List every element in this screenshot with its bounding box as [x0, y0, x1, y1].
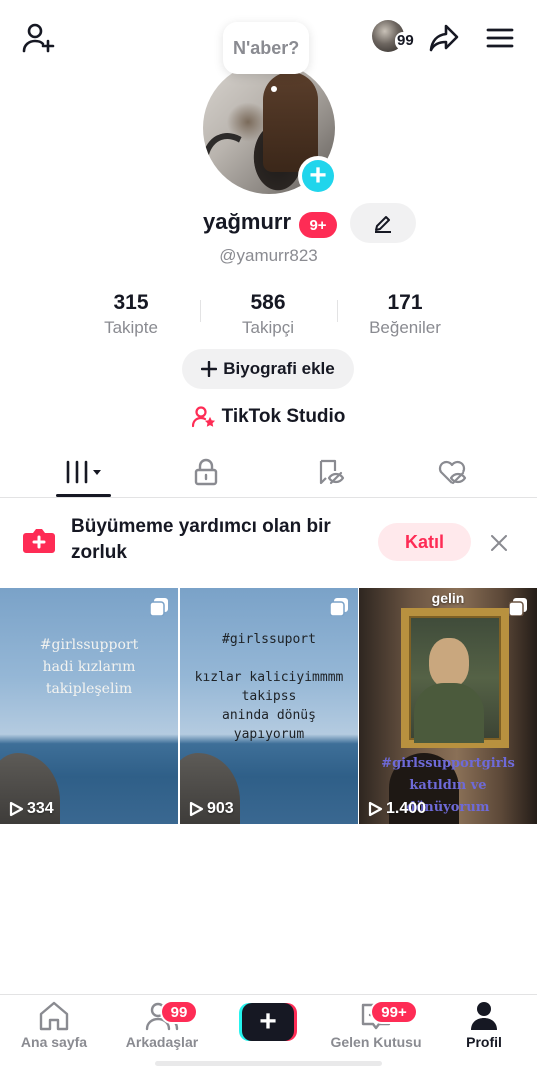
play-count-value: 903: [207, 800, 234, 817]
notification-badge[interactable]: 9+: [299, 212, 337, 238]
play-count: 1.400: [367, 800, 426, 818]
close-icon: [491, 535, 507, 551]
stat-label: Beğeniler: [369, 318, 441, 337]
plus-icon: +: [302, 160, 334, 192]
thumbnail-portrait-body: [414, 683, 484, 743]
add-bio-label: Biyografi ekle: [223, 359, 335, 378]
caption-line: yapıyorum: [233, 727, 305, 742]
name-row: yağmurr 9+: [0, 203, 537, 243]
multi-image-icon: [330, 598, 348, 616]
tab-videos[interactable]: [16, 448, 150, 496]
nav-label: Gelen Kutusu: [330, 1034, 422, 1050]
grid-icon: [66, 460, 101, 484]
video-thumbnail[interactable]: #girlssuport kızlar kaliciyimmmm takipss…: [180, 588, 358, 824]
tab-reposts[interactable]: [265, 448, 399, 496]
stat-value: 586: [250, 291, 286, 314]
thumbnail-caption: #girlssupport hadi kızlarım takipleşelim: [0, 634, 178, 700]
video-thumbnail[interactable]: #girlssupport hadi kızlarım takipleşelim…: [0, 588, 178, 824]
bottom-nav-divider: [0, 994, 537, 995]
stat-following[interactable]: 315 Takipte: [63, 289, 199, 339]
stat-value: 315: [113, 291, 149, 314]
add-friend-button[interactable]: [18, 18, 58, 58]
pencil-icon: [375, 216, 391, 233]
add-user-icon: [22, 23, 55, 53]
friends-badge: 99: [160, 1000, 198, 1024]
nav-label: Ana sayfa: [20, 1034, 88, 1050]
play-count-value: 1.400: [386, 800, 427, 817]
status-bubble[interactable]: N'aber?: [223, 22, 310, 74]
profile-icon: [471, 1002, 497, 1030]
home-icon: [39, 1001, 69, 1031]
stat-label: Takipte: [104, 318, 158, 337]
plus-icon: +: [242, 1003, 294, 1041]
nav-label: Profil: [466, 1034, 502, 1050]
caption-line: kızlar kaliciyimmmm: [194, 670, 344, 685]
add-story-button[interactable]: +: [298, 156, 338, 196]
close-banner-button[interactable]: [484, 528, 514, 558]
join-button[interactable]: Katıl: [378, 523, 471, 561]
hamburger-menu-icon: [486, 28, 514, 48]
play-icon: [368, 801, 383, 817]
stat-followers[interactable]: 586 Takipçi: [200, 289, 336, 339]
stat-value: 171: [387, 291, 423, 314]
create-button[interactable]: +: [239, 1003, 297, 1041]
top-avatar-badge: 99: [395, 32, 416, 50]
share-profile-button[interactable]: [424, 18, 464, 58]
challenge-text: Büyümeme yardımcı olan bir zorluk: [71, 516, 331, 563]
caption-line: [180, 649, 358, 668]
status-bubble-tail: [271, 86, 277, 92]
caption-line: hadi kızlarım: [42, 659, 136, 675]
nav-label: Arkadaşlar: [125, 1034, 199, 1050]
caption-line: aninda dönüş: [222, 708, 316, 723]
caption-line: takipleşelim: [45, 681, 133, 697]
heart-hidden-icon: [438, 460, 467, 485]
caption-line: takipss: [241, 689, 297, 704]
user-handle: @yamurr823: [219, 246, 318, 265]
multi-image-icon: [509, 598, 527, 616]
nav-profile[interactable]: Profil: [434, 1000, 534, 1060]
studio-label: TikTok Studio: [221, 406, 346, 427]
play-icon: [189, 801, 204, 817]
menu-button[interactable]: [480, 18, 520, 58]
caption-line: #girlssupport: [39, 637, 139, 653]
edit-profile-button[interactable]: [350, 203, 416, 243]
stat-label: Takipçi: [242, 318, 294, 337]
nav-friends[interactable]: Arkadaşlar 99: [112, 1000, 212, 1060]
tab-liked[interactable]: [386, 448, 520, 496]
caption-line: katıldın ve: [409, 778, 487, 793]
username: yağmurr: [203, 209, 292, 234]
plus-icon: [201, 361, 218, 377]
repost-hidden-icon: [319, 459, 345, 485]
thumbnail-caption: #girlssuport kızlar kaliciyimmmm takipss…: [180, 630, 358, 744]
play-count-value: 334: [27, 800, 54, 817]
multi-image-icon: [150, 598, 168, 616]
nav-home[interactable]: Ana sayfa: [4, 1000, 104, 1060]
nav-inbox[interactable]: Gelen Kutusu 99+: [326, 1000, 426, 1060]
caption-line: #girlssuport: [222, 632, 316, 647]
play-count: 903: [188, 800, 234, 818]
tiktok-studio-link[interactable]: TikTok Studio: [0, 403, 537, 431]
tab-private[interactable]: [139, 448, 273, 496]
play-count: 334: [8, 800, 54, 818]
caption-line: #girlssupportgirls: [381, 756, 515, 771]
account-switch-button[interactable]: 99: [372, 18, 422, 56]
thumbnail-portrait-face: [429, 638, 469, 688]
challenge-banner[interactable]: Büyümeme yardımcı olan bir zorluk Katıl: [0, 498, 537, 586]
share-arrow-icon: [429, 24, 459, 52]
play-icon: [9, 801, 24, 817]
studio-user-star-icon: [191, 406, 215, 428]
video-thumbnail[interactable]: gelin #girlssupportgirls katıldın ve dön…: [359, 588, 537, 824]
lock-icon: [194, 458, 218, 486]
home-indicator: [155, 1061, 382, 1066]
stat-likes[interactable]: 171 Beğeniler: [337, 289, 473, 339]
inbox-badge: 99+: [370, 1000, 418, 1024]
challenge-plus-icon: [23, 529, 55, 553]
add-bio-button[interactable]: Biyografi ekle: [182, 349, 354, 389]
